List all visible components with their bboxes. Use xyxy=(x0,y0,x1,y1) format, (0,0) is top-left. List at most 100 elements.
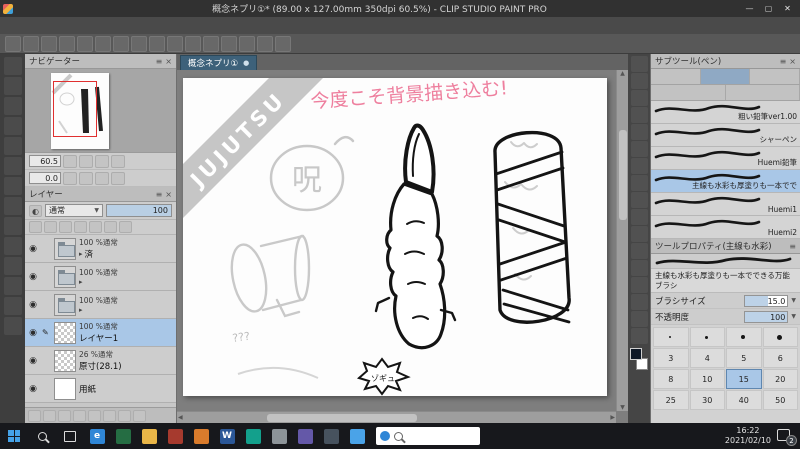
tool-pencil-icon[interactable] xyxy=(630,175,648,191)
layer-thumbnail[interactable] xyxy=(54,293,76,316)
apply-mask-icon[interactable] xyxy=(103,409,116,422)
layer-thumbnail[interactable] xyxy=(54,321,76,344)
minimize-button[interactable]: — xyxy=(740,1,759,16)
undo-icon[interactable] xyxy=(59,35,75,52)
rotation-value[interactable]: 0.0 xyxy=(29,172,61,184)
size-15[interactable]: 15 xyxy=(726,369,762,389)
horizontal-scrollbar[interactable]: ◀ ▶ xyxy=(177,411,616,423)
vertical-scrollbar[interactable]: ▲ ▼ xyxy=(616,70,628,411)
fill-icon[interactable] xyxy=(149,35,165,52)
panel-menu-icon[interactable]: ≡ xyxy=(789,242,796,251)
taskbar-app-8[interactable] xyxy=(266,423,292,449)
zoom-value[interactable]: 60.5 xyxy=(29,155,61,167)
size-dot-d[interactable] xyxy=(762,327,798,347)
size-3[interactable]: 3 xyxy=(653,348,689,368)
maximize-button[interactable]: ▢ xyxy=(759,1,778,16)
taskbar-app-word[interactable]: W xyxy=(214,423,240,449)
new-folder-icon[interactable] xyxy=(43,409,56,422)
folder-arrow-icon[interactable]: ▸ xyxy=(79,250,83,258)
layer-folder-2[interactable]: ◉ ✎ 100 %通常 ▸ xyxy=(25,263,176,291)
palette-layer-icon[interactable] xyxy=(3,197,22,215)
action-center-button[interactable]: 2 xyxy=(777,428,797,446)
menu-edit[interactable] xyxy=(14,17,28,34)
layer-menu-icon[interactable] xyxy=(133,409,146,422)
size-dot-a[interactable] xyxy=(653,327,689,347)
close-button[interactable]: ✕ xyxy=(778,1,797,16)
tab-pencil[interactable] xyxy=(651,69,701,84)
size-50[interactable]: 50 xyxy=(762,390,798,410)
menu-view[interactable] xyxy=(70,17,84,34)
blend-icon[interactable]: ◐ xyxy=(29,204,42,217)
flip-horizontal-icon[interactable] xyxy=(95,171,109,185)
rotate-right-icon[interactable] xyxy=(79,171,93,185)
visibility-eye-icon[interactable]: ◉ xyxy=(27,356,39,366)
menu-help[interactable] xyxy=(112,17,126,34)
chevron-down-icon[interactable]: ▼ xyxy=(791,313,796,320)
mask-enable-icon[interactable] xyxy=(74,221,87,233)
palette-info-icon[interactable] xyxy=(3,137,22,155)
menu-window[interactable] xyxy=(98,17,112,34)
size-dot-b[interactable] xyxy=(689,327,725,347)
scroll-right-icon[interactable]: ▶ xyxy=(610,414,615,421)
brush-sharpen[interactable]: シャーペン xyxy=(651,124,800,147)
tool-fill-icon[interactable] xyxy=(630,277,648,293)
menu-file[interactable] xyxy=(0,17,14,34)
stabilize-icon[interactable] xyxy=(257,35,273,52)
size-6[interactable]: 6 xyxy=(762,348,798,368)
scroll-up-icon[interactable]: ▲ xyxy=(620,70,625,77)
delete-layer-icon[interactable] xyxy=(118,409,131,422)
layer-paper[interactable]: ◉ ✎ ▸用紙 xyxy=(25,375,176,403)
tab-kamipen[interactable] xyxy=(725,85,800,100)
taskbar-app-5[interactable] xyxy=(188,423,214,449)
size-40[interactable]: 40 xyxy=(726,390,762,410)
tool-gradient-icon[interactable] xyxy=(630,294,648,310)
palette-navigator-icon[interactable] xyxy=(3,97,22,115)
document-tab[interactable]: 概念ネプリ① ● xyxy=(180,55,258,70)
transfer-layer-icon[interactable] xyxy=(58,409,71,422)
delete-icon[interactable] xyxy=(95,35,111,52)
layer-folder-3[interactable]: ◉ ✎ 100 %通常 ▸ xyxy=(25,291,176,319)
tool-zoom-icon[interactable] xyxy=(630,56,648,72)
palette-tone-icon[interactable] xyxy=(3,317,22,335)
taskbar-app-2[interactable] xyxy=(110,423,136,449)
layer-1[interactable]: ◉ ✎ 100 %通常 ▸レイヤー1 xyxy=(25,319,176,347)
taskbar-app-explorer[interactable] xyxy=(136,423,162,449)
visibility-eye-icon[interactable]: ◉ xyxy=(27,384,39,394)
taskbar-app-9[interactable] xyxy=(292,423,318,449)
visibility-eye-icon[interactable]: ◉ xyxy=(27,244,39,254)
snap-grid-icon[interactable] xyxy=(239,35,255,52)
visibility-eye-icon[interactable]: ◉ xyxy=(27,328,39,338)
start-button[interactable] xyxy=(0,423,28,449)
rotate-reset-icon[interactable] xyxy=(203,35,219,52)
snap-ruler-icon[interactable] xyxy=(221,35,237,52)
scrollbar-thumb[interactable] xyxy=(619,130,627,220)
palette-search-icon[interactable] xyxy=(3,237,22,255)
scrollbar-thumb[interactable] xyxy=(267,414,417,422)
taskbar-app-edge[interactable]: e xyxy=(84,423,110,449)
size-4[interactable]: 4 xyxy=(689,348,725,368)
taskbar-search-box[interactable] xyxy=(376,427,480,445)
size-20[interactable]: 20 xyxy=(762,369,798,389)
panel-close-icon[interactable]: × xyxy=(165,190,172,199)
panel-close-ic[interactable]: × xyxy=(789,57,796,66)
navigator-preview[interactable] xyxy=(25,69,176,153)
tab-close-icon[interactable]: ● xyxy=(243,59,249,67)
new-layer-icon[interactable] xyxy=(28,409,41,422)
main-color-swatch[interactable] xyxy=(630,348,642,360)
invert-selection-icon[interactable] xyxy=(131,35,147,52)
lock-layer-icon[interactable] xyxy=(44,221,57,233)
size-5[interactable]: 5 xyxy=(726,348,762,368)
layer-gensun[interactable]: ◉ ✎ 26 %通常 ▸原寸(28.1) xyxy=(25,347,176,375)
taskbar-search-button[interactable] xyxy=(28,423,56,449)
layer-thumbnail[interactable] xyxy=(54,265,76,288)
size-30[interactable]: 30 xyxy=(689,390,725,410)
visibility-eye-icon[interactable]: ◉ xyxy=(27,300,39,310)
tab-atari[interactable] xyxy=(651,85,726,100)
clip-studio-icon[interactable] xyxy=(5,35,21,52)
navigator-view-rect[interactable] xyxy=(53,81,97,137)
layer-mask-icon[interactable] xyxy=(88,409,101,422)
redo-icon[interactable] xyxy=(77,35,93,52)
palette-timeline-icon[interactable] xyxy=(3,257,22,275)
scroll-left-icon[interactable]: ◀ xyxy=(178,414,183,421)
opacity-input[interactable]: 100 xyxy=(744,310,789,323)
